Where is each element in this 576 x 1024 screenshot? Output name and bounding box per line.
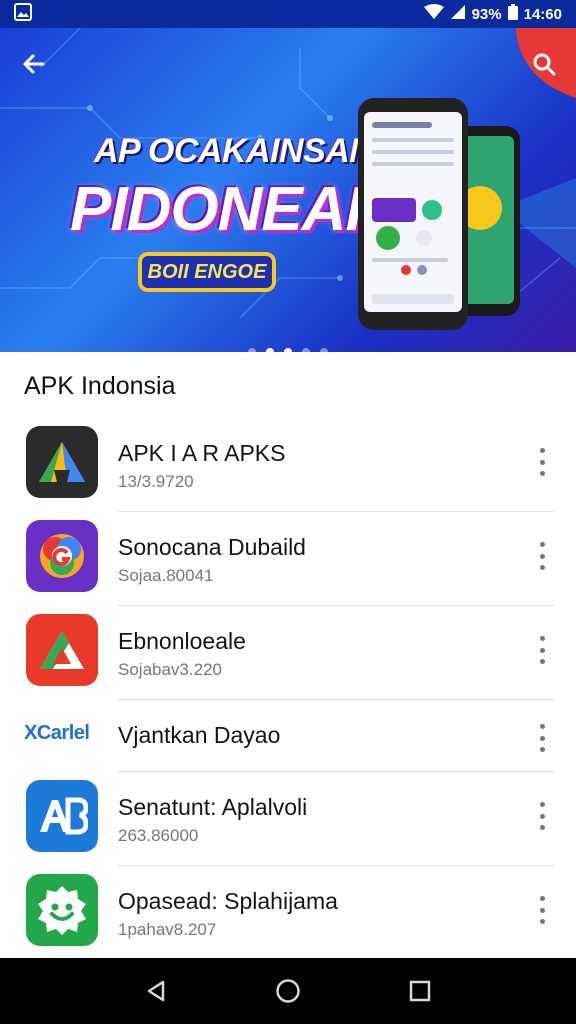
more-options-button[interactable] [530, 542, 554, 570]
list-item[interactable]: Opasead: Splahijama 1pahav8.207 [0, 866, 576, 960]
list-item[interactable]: APK I A R APKS 13/3.9720 [0, 418, 576, 512]
xcarlel-logo: XCarlel [24, 722, 90, 744]
banner-badge: BOII ENGOE [138, 252, 276, 292]
nav-recents-button[interactable] [400, 971, 440, 1011]
app-name: Sonocana Dubaild [118, 534, 306, 560]
pager-dot-active[interactable] [266, 348, 274, 352]
nav-home-button[interactable] [268, 971, 308, 1011]
section-title: APK Indonsia [24, 372, 176, 400]
more-options-button[interactable] [530, 448, 554, 476]
more-options-button[interactable] [530, 896, 554, 924]
list-item[interactable]: Ebnonloeale Sojabav3.220 [0, 606, 576, 700]
wifi-icon [423, 4, 444, 24]
list-item[interactable]: Sonocana Dubaild Sojaa.80041 [0, 512, 576, 606]
app-name: Senatunt: Aplalvoli [118, 794, 308, 820]
status-right: 93% 14:60 [423, 4, 562, 24]
pager-dot[interactable] [320, 348, 328, 352]
arrow-left-icon [23, 54, 45, 74]
nav-back-button[interactable] [136, 971, 176, 1011]
app-meta: Sojaa.80041 [118, 566, 214, 585]
promo-banner[interactable]: AP OCAKAINSAN PIDONEAIL BOII ENGOE [0, 28, 576, 352]
triangle-logo-icon [26, 426, 98, 498]
app-name: APK I A R APKS [118, 440, 286, 466]
app-name: Opasead: Splahijama [118, 888, 338, 914]
more-options-button[interactable] [530, 802, 554, 830]
app-meta: 13/3.9720 [118, 472, 194, 491]
app-meta: 1pahav8.207 [118, 920, 217, 939]
g-flower-logo-icon [26, 520, 98, 592]
app-meta: Sojabav3.220 [118, 660, 222, 679]
battery-icon [507, 4, 518, 24]
phone-mockup-illustration [358, 98, 520, 330]
pager-dot[interactable] [302, 348, 310, 352]
list-item[interactable]: XCarlel Vjantkan Dayao [0, 700, 576, 772]
battery-percent: 93% [471, 5, 502, 23]
back-button[interactable] [16, 46, 52, 82]
more-options-button[interactable] [530, 636, 554, 664]
triangle-back-icon [147, 980, 165, 1002]
search-icon [533, 53, 556, 76]
app-name: Ebnonloeale [118, 628, 246, 654]
app-list: APK I A R APKS 13/3.9720 Sonocana Dubail… [0, 418, 576, 960]
ab-logo-icon [26, 780, 98, 852]
pager-dot[interactable] [248, 348, 256, 352]
system-nav-bar [0, 958, 576, 1024]
square-recents-icon [409, 980, 431, 1002]
list-item[interactable]: Senatunt: Aplalvoli 263.86000 [0, 772, 576, 866]
smiley-logo-icon [26, 874, 98, 946]
status-bar: 93% 14:60 [0, 0, 576, 28]
banner-pager [0, 348, 576, 352]
app-meta: 263.86000 [118, 826, 199, 845]
banner-headline: AP OCAKAINSAN [94, 132, 374, 170]
pager-dot[interactable] [284, 348, 292, 352]
more-options-button[interactable] [530, 724, 554, 752]
app-name: Vjantkan Dayao [118, 722, 281, 748]
status-left [14, 2, 32, 26]
clock: 14:60 [523, 5, 562, 23]
red-triangle-logo-icon [26, 614, 98, 686]
gallery-notification-icon [14, 2, 32, 26]
circle-home-icon [276, 979, 300, 1003]
search-button[interactable] [526, 46, 562, 82]
cell-signal-icon [450, 4, 466, 24]
